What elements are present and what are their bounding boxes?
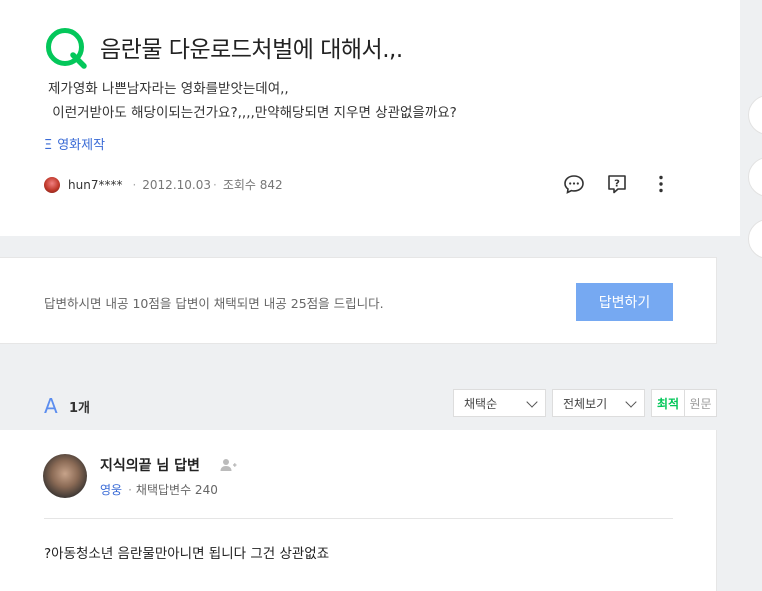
answer-body: ?아동청소년 음란물만아니면 됩니다 그건 상관없죠 xyxy=(44,546,330,562)
meta-separator: · xyxy=(213,177,217,192)
toggle-recent[interactable]: 최적 xyxy=(651,389,685,417)
more-icon[interactable] xyxy=(650,173,672,195)
question-card: 음란물 다운로드처벌에 대해서.,. 제가영화 나쁜남자라는 영화를받앗는데여,… xyxy=(0,0,740,236)
question-body: 제가영화 나쁜남자라는 영화를받앗는데여,, 이런거받아도 해당이되는건가요?,… xyxy=(48,77,457,125)
question-meta: hun7**** · 2012.10.03 · 조회수 842 xyxy=(44,176,283,193)
chevron-down-icon xyxy=(625,396,637,408)
answerer-adopted-count: 채택답변수 240 xyxy=(135,483,218,497)
answer-card: 지식의끝 님 답변 영웅 · 채택답변수 240 ?아동청소년 음란물만아니면 됩니… xyxy=(0,430,717,591)
category-label: 영화제작 xyxy=(57,138,106,153)
category-link[interactable]: Ξ 영화제작 xyxy=(44,134,105,153)
answerer-name[interactable]: 지식의끝 님 답변 xyxy=(100,455,200,475)
answer-count: 1개 xyxy=(69,401,91,416)
sort-select-value: 채택순 xyxy=(464,396,498,411)
view-select[interactable]: 전체보기 xyxy=(552,389,645,417)
comment-icon[interactable] xyxy=(563,173,585,195)
toggle-original[interactable]: 원문 xyxy=(684,389,717,417)
question-title: 음란물 다운로드처벌에 대해서.,. xyxy=(100,37,403,63)
question-body-line-1: 제가영화 나쁜남자라는 영화를받앗는데여,, xyxy=(48,81,289,97)
meta-separator: · xyxy=(128,483,132,497)
author-avatar[interactable] xyxy=(44,176,60,193)
author-name[interactable]: hun7**** xyxy=(68,178,122,192)
sort-select[interactable]: 채택순 xyxy=(453,389,546,417)
answer-button[interactable]: 답변하기 xyxy=(576,283,673,321)
svg-text:?: ? xyxy=(614,179,620,190)
side-share-button[interactable] xyxy=(748,95,762,135)
answers-header: A 1개 채택순 전체보기 최적 원문 xyxy=(0,388,740,430)
question-body-line-2: 이런거받아도 해당이되는건가요?,,,,만약해당되면 지우면 상관없을까요? xyxy=(48,105,457,121)
q-logo-icon xyxy=(46,28,87,69)
chevron-down-icon xyxy=(526,396,538,408)
side-top-button[interactable] xyxy=(748,219,762,259)
answerer-meta: 영웅 · 채택답변수 240 xyxy=(100,481,218,498)
answerer-grade: 영웅 xyxy=(100,483,123,497)
meta-separator: · xyxy=(132,177,137,192)
answer-prompt-text: 답변하시면 내공 10점을 답변이 채택되면 내공 25점을 드립니다. xyxy=(44,296,384,311)
divider xyxy=(44,518,673,519)
answer-prompt-box: 답변하시면 내공 10점을 답변이 채택되면 내공 25점을 드립니다. 답변하… xyxy=(0,257,717,344)
view-select-value: 전체보기 xyxy=(563,396,608,411)
category-list-icon: Ξ xyxy=(44,138,53,153)
answerer-avatar[interactable] xyxy=(43,454,87,498)
report-icon[interactable]: ? xyxy=(606,173,628,195)
side-bookmark-button[interactable] xyxy=(748,157,762,197)
question-date: 2012.10.03 xyxy=(142,177,211,192)
question-views: 조회수 842 xyxy=(222,178,283,192)
answer-a-icon: A xyxy=(44,394,58,418)
follow-user-icon[interactable] xyxy=(219,458,237,472)
